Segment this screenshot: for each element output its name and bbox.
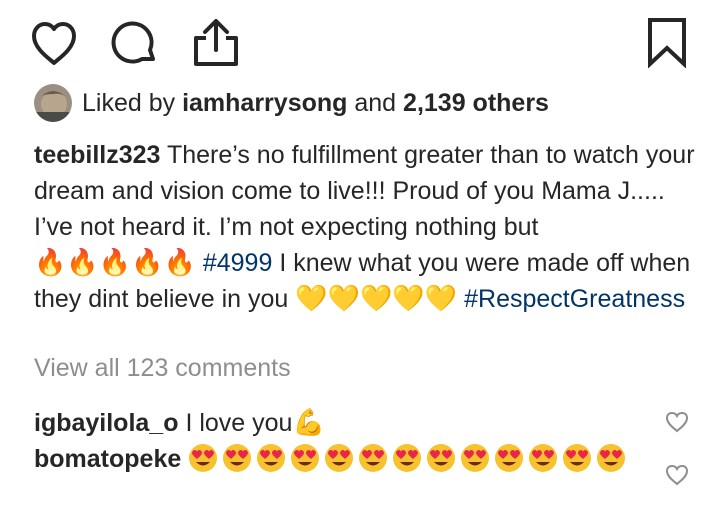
heart-eyes-emoji — [495, 444, 524, 472]
comment-icon[interactable] — [108, 18, 160, 70]
heart-eyes-emoji — [291, 444, 320, 472]
comment-heart-icon[interactable] — [664, 463, 690, 492]
heart-eyes-emoji — [461, 444, 490, 472]
comment-row: bomatopeke — [34, 441, 654, 477]
heart-icon[interactable] — [28, 18, 80, 70]
likes-prefix: Liked by — [82, 88, 176, 117]
flexed-biceps-emoji: 💪 — [292, 408, 325, 438]
likes-joiner: and — [354, 88, 397, 117]
heart-eyes-emoji — [359, 444, 388, 472]
heart-eyes-emoji — [529, 444, 558, 472]
post-caption: teebillz323 There’s no fulfillment great… — [34, 137, 696, 317]
likes-others-count[interactable]: 2,139 others — [403, 89, 549, 117]
comment-row: igbayilola_o I love you💪 — [34, 405, 654, 441]
liker-avatar[interactable] — [34, 84, 72, 122]
comment-username[interactable]: bomatopeke — [34, 445, 181, 473]
bookmark-icon[interactable] — [642, 16, 692, 68]
heart-eyes-emoji — [189, 444, 218, 472]
heart-eyes-emoji — [257, 444, 286, 472]
heart-eyes-emoji — [325, 444, 354, 472]
heart-eyes-emoji — [223, 444, 252, 472]
post-action-bar — [0, 0, 720, 80]
comment-username[interactable]: igbayilola_o — [34, 409, 178, 437]
comment-text: I love you — [185, 409, 293, 437]
caption-username[interactable]: teebillz323 — [34, 141, 160, 169]
likes-text: Liked by iamharrysong and 2,139 others — [82, 89, 549, 118]
heart-eyes-emojis — [188, 444, 630, 473]
liker-username[interactable]: iamharrysong — [182, 89, 347, 117]
hashtag-4999[interactable]: #4999 — [203, 249, 273, 277]
likes-summary[interactable]: Liked by iamharrysong and 2,139 others — [34, 82, 549, 124]
heart-eyes-emoji — [597, 444, 626, 472]
share-icon[interactable] — [188, 14, 244, 70]
comment-heart-icon[interactable] — [664, 410, 690, 439]
heart-eyes-emoji — [393, 444, 422, 472]
heart-eyes-emoji — [427, 444, 456, 472]
hashtag-respect-greatness[interactable]: #RespectGreatness — [464, 285, 685, 313]
view-all-comments-link[interactable]: View all 123 comments — [34, 354, 291, 383]
yellow-heart-emojis: 💛💛💛💛💛 — [295, 284, 458, 314]
fire-emojis: 🔥🔥🔥🔥🔥 — [34, 248, 196, 278]
heart-eyes-emoji — [563, 444, 592, 472]
